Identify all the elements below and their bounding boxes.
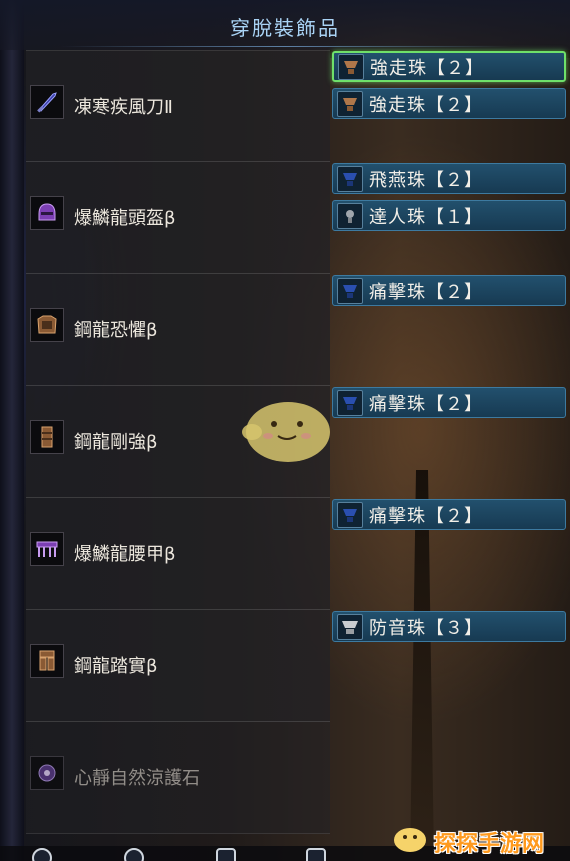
- decoration-label: 痛擊珠【２】: [369, 505, 483, 527]
- decoration-label: 飛燕珠【２】: [369, 169, 483, 191]
- jewel-rank3-icon: [337, 613, 363, 640]
- equipment-row-legs[interactable]: 鋼龍踏實β: [26, 610, 330, 722]
- waist-armor-icon: [30, 532, 64, 566]
- footer-button-hint: [124, 848, 144, 861]
- leg-armor-icon: [30, 644, 64, 678]
- equipment-row-chest[interactable]: 鋼龍恐懼β: [26, 274, 330, 386]
- footer-button-hint: [306, 848, 326, 861]
- decoration-slot[interactable]: 強走珠【２】: [332, 51, 566, 82]
- equipment-row-waist[interactable]: 爆鱗龍腰甲β: [26, 498, 330, 610]
- jewel-rank2-icon: [337, 277, 363, 304]
- header-bar: 穿脫裝飾品: [0, 0, 570, 50]
- decoration-slot[interactable]: 達人珠【１】: [332, 200, 566, 231]
- decoration-slot[interactable]: 痛擊珠【２】: [332, 275, 566, 306]
- decoration-label: 強走珠【２】: [369, 94, 483, 116]
- chest-armor-icon: [30, 308, 64, 342]
- decoration-slot[interactable]: 防音珠【３】: [332, 611, 566, 642]
- equipment-name: 心靜自然涼護石: [74, 768, 200, 789]
- controller-button-icon: [32, 848, 52, 861]
- jewel-rank2-icon: [337, 165, 363, 192]
- controller-button-icon: [216, 848, 236, 861]
- equipment-row-charm[interactable]: 心靜自然涼護石: [26, 722, 330, 834]
- decoration-label: 強走珠【２】: [370, 57, 484, 79]
- decoration-slot[interactable]: 飛燕珠【２】: [332, 163, 566, 194]
- watermark-logo-icon: [394, 828, 426, 852]
- header-divider: [60, 46, 510, 47]
- decoration-slot[interactable]: 痛擊珠【２】: [332, 387, 566, 418]
- equipment-row-weapon[interactable]: 凍寒疾風刀Ⅱ: [26, 50, 330, 162]
- helmet-icon: [30, 196, 64, 230]
- equipment-name: 凍寒疾風刀Ⅱ: [74, 97, 173, 118]
- equipment-name: 爆鱗龍腰甲β: [74, 544, 176, 565]
- jewel-rank2-icon: [337, 90, 363, 117]
- jewel-rank2-icon: [338, 53, 364, 80]
- page-title: 穿脫裝飾品: [230, 16, 340, 40]
- footer-button-hint: [32, 848, 52, 861]
- controller-button-icon: [306, 848, 326, 861]
- mascot-watermark-image: [242, 402, 330, 462]
- watermark-text: 探探手游网: [434, 832, 545, 857]
- controller-button-icon: [124, 848, 144, 861]
- decoration-label: 防音珠【３】: [369, 617, 483, 639]
- background-pillar: [0, 0, 24, 861]
- decoration-slot[interactable]: 痛擊珠【２】: [332, 499, 566, 530]
- equipment-name: 鋼龍踏實β: [74, 656, 158, 677]
- equipment-name: 鋼龍剛強β: [74, 432, 158, 453]
- equipment-name: 爆鱗龍頭盔β: [74, 208, 176, 229]
- decoration-label: 痛擊珠【２】: [369, 281, 483, 303]
- jewel-rank2-icon: [337, 501, 363, 528]
- equipment-name: 鋼龍恐懼β: [74, 320, 158, 341]
- jewel-rank1-icon: [337, 202, 363, 229]
- decoration-label: 痛擊珠【２】: [369, 393, 483, 415]
- equipment-row-head[interactable]: 爆鱗龍頭盔β: [26, 162, 330, 274]
- decoration-label: 達人珠【１】: [369, 206, 483, 228]
- great-sword-icon: [30, 85, 64, 119]
- site-watermark: 探探手游网: [388, 818, 570, 861]
- jewel-rank2-icon: [337, 389, 363, 416]
- gauntlet-icon: [30, 420, 64, 454]
- charm-icon: [30, 756, 64, 790]
- decoration-slot[interactable]: 強走珠【２】: [332, 88, 566, 119]
- footer-button-hint: [216, 848, 236, 861]
